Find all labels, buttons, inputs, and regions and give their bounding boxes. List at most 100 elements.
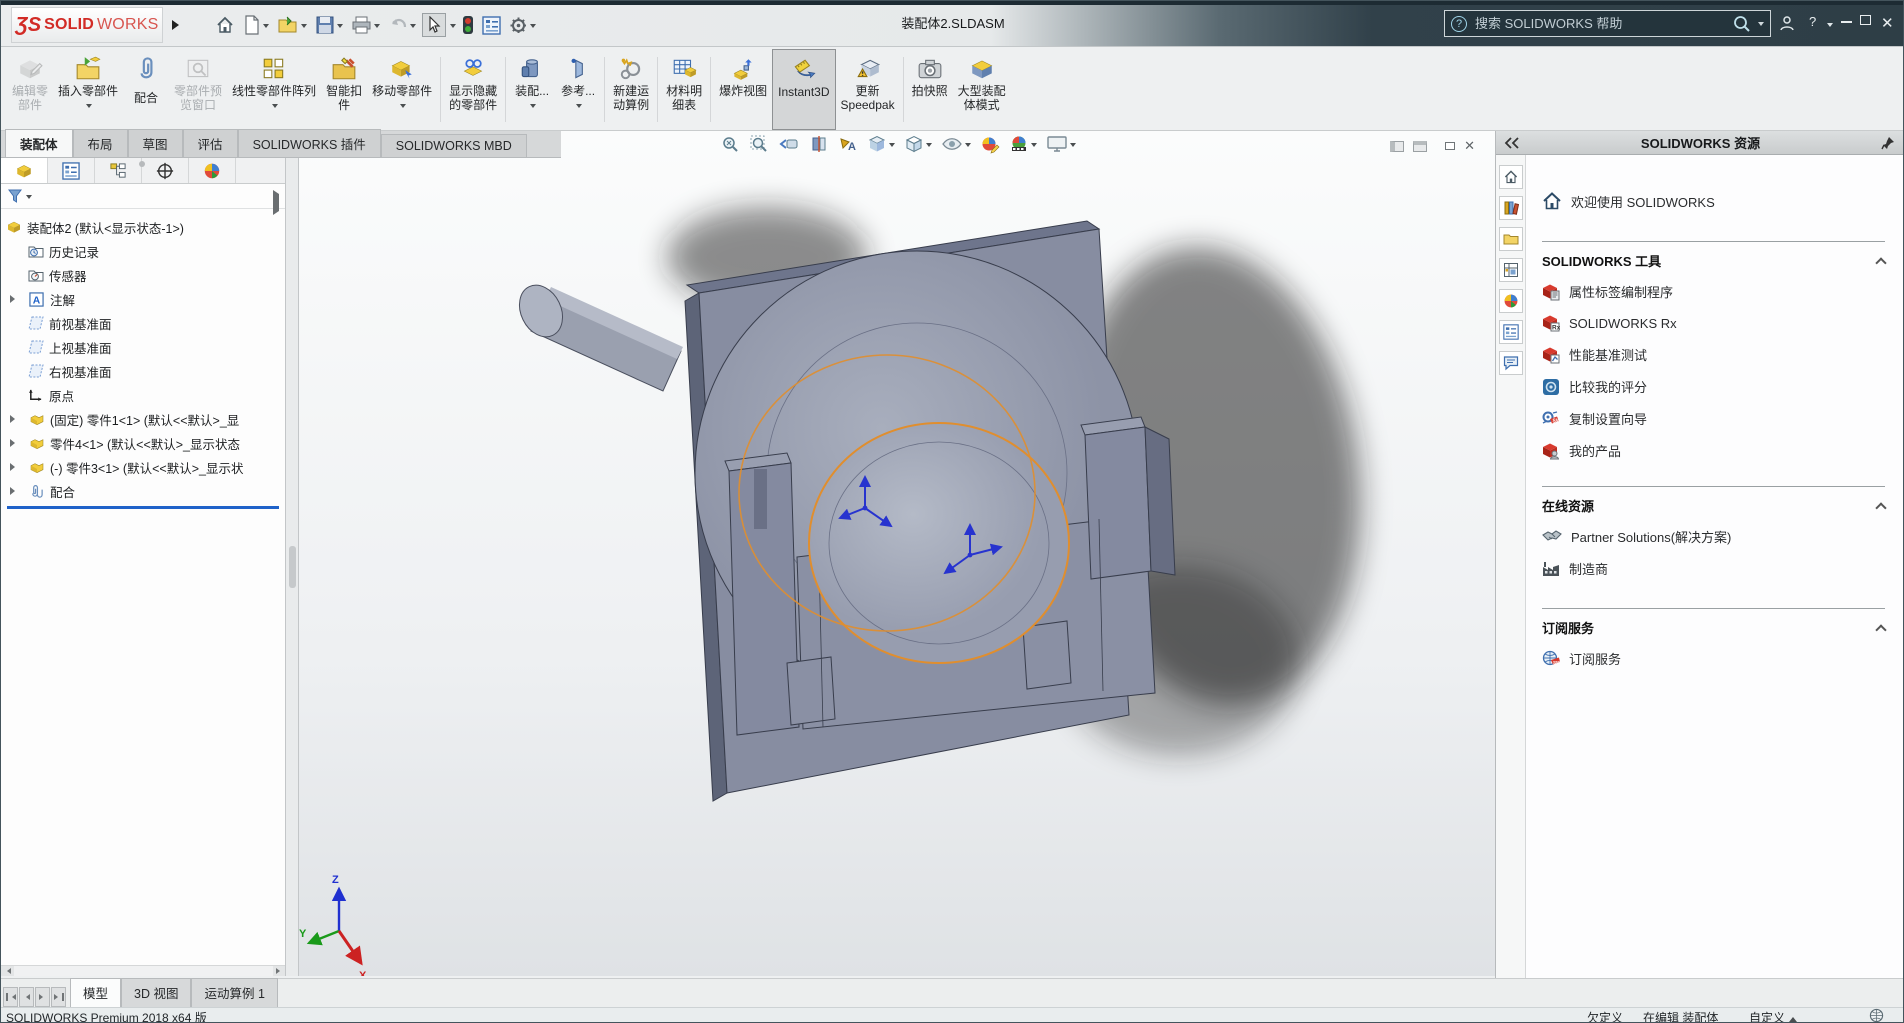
tab-solidworks-forum[interactable] [1499, 351, 1523, 375]
ribbon-button-take-snapshot[interactable]: 拍快照 [907, 49, 953, 130]
link-subscription-services[interactable]: SW 订阅服务 [1542, 649, 1885, 668]
previous-tab-button[interactable] [19, 987, 34, 1007]
link-copy-settings-wizard[interactable]: SW 复制设置向导 [1542, 409, 1885, 428]
ribbon-button-instant3d[interactable]: Instant3D [772, 49, 835, 130]
maximize-button[interactable] [1860, 15, 1871, 25]
tab-propertymanager[interactable] [48, 158, 95, 183]
link-my-products[interactable]: 我的产品 [1542, 441, 1885, 460]
ribbon-button-show-hidden-components[interactable]: 显示隐藏 的零部件 [444, 49, 502, 130]
zoom-area-button[interactable] [749, 134, 769, 154]
split-view-horizontal-icon[interactable] [1413, 141, 1427, 152]
tab-view-palette[interactable] [1499, 258, 1523, 282]
panel-splitter-handle[interactable] [289, 546, 296, 588]
tree-item-sensors[interactable]: 传感器 [5, 263, 285, 287]
doc-restore-button[interactable] [1445, 137, 1455, 155]
link-compare-my-score[interactable]: 比较我的评分 [1542, 377, 1885, 396]
help-search-box[interactable]: ? [1444, 10, 1771, 37]
expand-arrow-icon[interactable] [10, 463, 19, 471]
tree-item-history[interactable]: 历史记录 [5, 239, 285, 263]
section-header-online-resources[interactable]: 在线资源 [1542, 486, 1885, 515]
ribbon-button-edit-component[interactable]: 编辑零 部件 [7, 49, 53, 130]
help-button[interactable]: ? [1809, 14, 1816, 29]
tab-assembly[interactable]: 装配体 [5, 129, 73, 157]
search-scope-arrow[interactable] [1758, 22, 1764, 29]
view-orientation-button[interactable] [867, 134, 895, 154]
view-settings-button[interactable] [1046, 134, 1076, 154]
ribbon-button-update-speedpak[interactable]: 更新 Speedpak [836, 49, 900, 130]
ribbon-button-mate[interactable]: 配合 [123, 49, 169, 130]
panel-horizontal-scrollbar[interactable] [1, 965, 286, 976]
shaft-part[interactable] [511, 278, 683, 391]
apply-scene-button[interactable] [1009, 134, 1037, 154]
status-custom-dropdown[interactable]: 自定义 [1749, 1009, 1797, 1023]
tab-dimxpertmanager[interactable] [142, 158, 189, 183]
ribbon-button-bill-of-materials[interactable]: 材料明 细表 [661, 49, 707, 130]
section-view-button[interactable] [809, 134, 829, 154]
previous-view-button[interactable] [778, 134, 800, 154]
tab-motion-study-1[interactable]: 运动算例 1 [191, 978, 277, 1007]
tab-model[interactable]: 模型 [70, 978, 121, 1007]
panel-splitter-dot[interactable] [139, 161, 145, 167]
hide-show-items-button[interactable] [941, 134, 971, 154]
tree-item-part3[interactable]: (-) 零件3<1> (默认<<默认>_显示状 [5, 455, 285, 479]
tab-featuremanager-tree[interactable] [1, 158, 48, 183]
tree-filter-bar[interactable] [1, 184, 285, 209]
panel-expand-arrow[interactable] [273, 194, 279, 212]
link-partner-solutions[interactable]: Partner Solutions(解决方案) [1542, 527, 1885, 546]
last-tab-button[interactable] [51, 987, 66, 1007]
next-tab-button[interactable] [35, 987, 50, 1007]
tab-custom-properties[interactable] [1499, 320, 1523, 344]
tree-item-right-plane[interactable]: 右视基准面 [5, 359, 285, 383]
tree-item-part4[interactable]: 零件4<1> (默认<<默认>_显示状态 [5, 431, 285, 455]
tab-sketch[interactable]: 草图 [128, 129, 183, 157]
annotation-visibility-button[interactable]: A [838, 134, 858, 154]
ribbon-button-new-motion-study[interactable]: 新建运 动算例 [608, 49, 654, 130]
edit-appearance-button[interactable] [980, 134, 1000, 154]
ribbon-button-large-assembly-mode[interactable]: 大型装配 体模式 [953, 49, 1011, 130]
tree-item-origin[interactable]: 原点 [5, 383, 285, 407]
tab-displaymanager[interactable] [189, 158, 236, 183]
link-manufacturers[interactable]: 制造商 [1542, 559, 1885, 578]
display-style-button[interactable] [904, 134, 932, 154]
doc-close-button[interactable]: ✕ [1464, 138, 1475, 154]
tab-solidworks-addins[interactable]: SOLIDWORKS 插件 [238, 129, 381, 157]
split-view-icon[interactable] [1390, 141, 1404, 152]
ribbon-button-smart-fasteners[interactable]: 智能扣 件 [321, 49, 367, 130]
viewport-3d-scene[interactable]: Z Y X [299, 131, 1497, 976]
tree-item-top-plane[interactable]: 上视基准面 [5, 335, 285, 359]
login-button[interactable] [1779, 15, 1795, 31]
ribbon-button-assembly-features[interactable]: 装配... [509, 49, 555, 130]
tree-item-annotations[interactable]: A 注解 [5, 287, 285, 311]
ribbon-button-linear-component-pattern[interactable]: 线性零部件阵列 [227, 49, 321, 130]
tree-item-mates[interactable]: 配合 [5, 479, 285, 503]
tab-configurationmanager[interactable] [95, 158, 142, 183]
graphics-viewport[interactable]: A ✕ [299, 131, 1497, 976]
rollback-bar[interactable] [7, 506, 279, 509]
tab-solidworks-resources[interactable] [1499, 165, 1523, 189]
tab-evaluate[interactable]: 评估 [183, 129, 238, 157]
expand-arrow-icon[interactable] [10, 439, 19, 447]
scroll-right-arrow[interactable] [273, 966, 286, 976]
ribbon-button-reference-geometry[interactable]: 参考... [555, 49, 601, 130]
minimize-button[interactable] [1841, 11, 1852, 23]
tab-3d-views[interactable]: 3D 视图 [121, 978, 191, 1007]
close-button[interactable]: ✕ [1881, 14, 1894, 32]
section-header-solidworks-tools[interactable]: SOLIDWORKS 工具 [1542, 241, 1885, 270]
filter-dropdown-arrow[interactable] [26, 195, 32, 202]
section-header-subscription[interactable]: 订阅服务 [1542, 608, 1885, 637]
scroll-left-arrow[interactable] [1, 966, 14, 976]
search-input[interactable] [1473, 15, 1726, 32]
link-performance-benchmark[interactable]: 性能基准测试 [1542, 345, 1885, 364]
status-globe-button[interactable] [1869, 1008, 1884, 1023]
expand-arrow-icon[interactable] [10, 415, 19, 423]
pin-icon[interactable] [1881, 136, 1895, 150]
tab-design-library[interactable] [1499, 196, 1523, 220]
tab-appearances-scenes[interactable] [1499, 289, 1523, 313]
link-property-tab-builder[interactable]: 属性标签编制程序 [1542, 282, 1885, 301]
welcome-link[interactable]: 欢迎使用 SOLIDWORKS [1542, 191, 1885, 211]
expand-arrow-icon[interactable] [10, 295, 19, 303]
tree-item-front-plane[interactable]: 前视基准面 [5, 311, 285, 335]
ribbon-button-insert-components[interactable]: 插入零部件 [53, 49, 123, 130]
link-solidworks-rx[interactable]: Rx SOLIDWORKS Rx [1542, 314, 1885, 332]
zoom-fit-button[interactable] [720, 134, 740, 154]
